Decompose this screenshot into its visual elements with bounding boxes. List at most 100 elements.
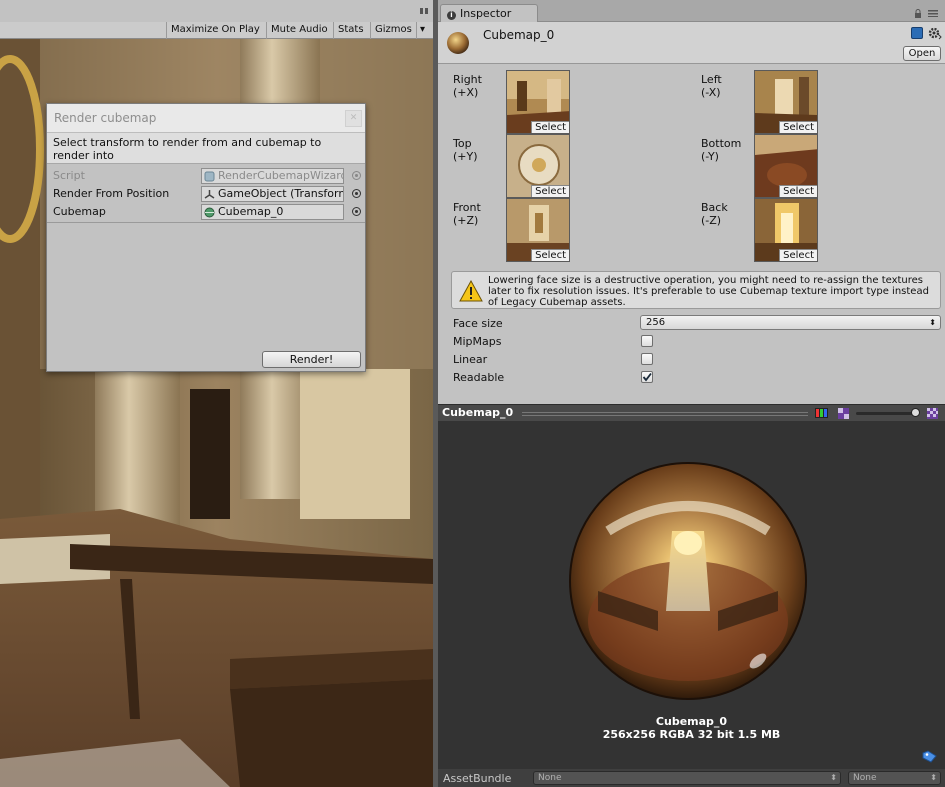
assetbundle-label: AssetBundle bbox=[443, 772, 512, 785]
inspector-panel: i Inspector Cubemap_0 Open Right (+X) Sele… bbox=[438, 0, 945, 787]
warning-helpbox: Lowering face size is a destructive oper… bbox=[451, 271, 941, 309]
face-axis: (-Y) bbox=[701, 150, 719, 163]
face-axis: (+Z) bbox=[453, 214, 479, 227]
warning-text: Lowering face size is a destructive oper… bbox=[488, 275, 929, 308]
face-texture-slot[interactable]: Select bbox=[754, 198, 818, 262]
game-view: Maximize On Play Mute Audio Stats Gizmos… bbox=[0, 0, 433, 787]
script-label: Script bbox=[53, 169, 85, 182]
inspector-tab-bar: i Inspector bbox=[438, 0, 945, 23]
preview-area[interactable]: Cubemap_0 256x256 RGBA 32 bit 1.5 MB bbox=[438, 421, 945, 769]
script-icon bbox=[204, 171, 215, 182]
gizmos-dropdown-arrow-icon[interactable]: ▾ bbox=[416, 22, 433, 39]
mipmaps-checkbox[interactable] bbox=[641, 335, 653, 347]
wizard-help-text: Select transform to render from and cube… bbox=[47, 133, 365, 164]
face-name: Front bbox=[453, 201, 481, 214]
script-field-row: Script RenderCubemapWizard bbox=[47, 167, 365, 185]
asset-name: Cubemap_0 bbox=[483, 28, 555, 42]
tab-inspector-label: Inspector bbox=[460, 7, 512, 20]
face-right: Right (+X) Select bbox=[453, 70, 583, 137]
preview-resize-grip[interactable] bbox=[522, 412, 808, 416]
assetbundle-bar: AssetBundle None ⬍ None ⬍ bbox=[438, 769, 945, 787]
object-picker-icon bbox=[352, 171, 361, 180]
face-name: Back bbox=[701, 201, 728, 214]
alpha-channel-icon[interactable] bbox=[838, 408, 849, 419]
face-texture-slot[interactable]: Select bbox=[506, 134, 570, 198]
readable-checkbox[interactable] bbox=[641, 371, 653, 383]
face-name: Right bbox=[453, 73, 482, 86]
face-select-button[interactable]: Select bbox=[531, 185, 569, 197]
warning-icon bbox=[459, 280, 483, 302]
face-front: Front (+Z) Select bbox=[453, 198, 583, 265]
cubemap-asset-icon bbox=[447, 32, 469, 54]
render-from-position-label: Render From Position bbox=[53, 187, 170, 200]
face-bottom: Bottom (-Y) Select bbox=[701, 134, 831, 201]
cubemap-field-row: Cubemap Cubemap_0 bbox=[47, 203, 365, 221]
slider-thumb[interactable] bbox=[911, 408, 920, 417]
face-select-button[interactable]: Select bbox=[531, 121, 569, 133]
script-object-field: RenderCubemapWizard bbox=[201, 168, 344, 184]
linear-label: Linear bbox=[453, 353, 488, 366]
face-name: Top bbox=[453, 137, 472, 150]
help-book-icon[interactable] bbox=[911, 27, 923, 39]
cubemap-object-field[interactable]: Cubemap_0 bbox=[201, 204, 344, 220]
variant-value: None bbox=[853, 773, 877, 783]
face-back: Back (-Z) Select bbox=[701, 198, 831, 265]
render-from-position-field[interactable]: GameObject (Transform) bbox=[201, 186, 344, 202]
window-titlebar[interactable]: Render cubemap ✕ bbox=[47, 104, 365, 133]
variant-dropdown[interactable]: None ⬍ bbox=[848, 771, 941, 785]
face-select-button[interactable]: Select bbox=[779, 185, 817, 197]
render-cubemap-window: Render cubemap ✕ Select transform to ren… bbox=[46, 103, 366, 372]
face-size-dropdown[interactable]: 256 ⬍ bbox=[640, 315, 941, 330]
info-icon: i bbox=[447, 11, 456, 20]
gizmos-button[interactable]: Gizmos bbox=[370, 22, 416, 39]
panel-menu-icon[interactable] bbox=[928, 10, 938, 17]
preview-asset-info: 256x256 RGBA 32 bit 1.5 MB bbox=[602, 728, 781, 741]
assetbundle-dropdown[interactable]: None ⬍ bbox=[533, 771, 841, 785]
face-select-button[interactable]: Select bbox=[779, 121, 817, 133]
close-icon[interactable]: ✕ bbox=[345, 110, 362, 127]
label-tag-icon[interactable] bbox=[922, 750, 937, 763]
object-picker-icon[interactable] bbox=[352, 207, 361, 216]
checkmark-icon bbox=[642, 372, 652, 382]
face-texture-slot[interactable]: Select bbox=[506, 70, 570, 134]
mute-audio-button[interactable]: Mute Audio bbox=[266, 22, 332, 39]
face-texture-slot[interactable]: Select bbox=[754, 70, 818, 134]
face-axis: (-Z) bbox=[701, 214, 722, 227]
dropdown-arrows-icon: ⬍ bbox=[930, 773, 937, 782]
mipmaps-label: MipMaps bbox=[453, 335, 502, 348]
cubemap-icon bbox=[204, 207, 215, 218]
face-texture-slot[interactable]: Select bbox=[754, 134, 818, 198]
open-button[interactable]: Open bbox=[903, 46, 941, 61]
render-from-position-row: Render From Position GameObject (Transfo… bbox=[47, 185, 365, 203]
face-select-button[interactable]: Select bbox=[531, 249, 569, 261]
panel-menu-icon[interactable] bbox=[419, 6, 429, 16]
readable-label: Readable bbox=[453, 371, 505, 384]
preview-asset-name: Cubemap_0 bbox=[655, 715, 728, 728]
maximize-on-play-button[interactable]: Maximize On Play bbox=[166, 22, 264, 39]
lock-icon[interactable] bbox=[914, 9, 922, 18]
cubemap-label: Cubemap bbox=[53, 205, 106, 218]
render-button[interactable]: Render! bbox=[262, 351, 361, 368]
window-title: Render cubemap bbox=[54, 111, 157, 125]
face-axis: (+X) bbox=[453, 86, 479, 99]
preview-toolbar: Cubemap_0 bbox=[438, 404, 945, 421]
gear-icon[interactable] bbox=[928, 26, 942, 40]
stats-button[interactable]: Stats bbox=[333, 22, 368, 39]
face-axis: (+Y) bbox=[453, 150, 478, 163]
object-picker-icon[interactable] bbox=[352, 189, 361, 198]
face-name: Bottom bbox=[701, 137, 742, 150]
mip-level-slider[interactable] bbox=[856, 412, 916, 415]
inspector-header: Cubemap_0 Open bbox=[438, 22, 945, 64]
game-tab-bar bbox=[0, 0, 433, 22]
linear-checkbox[interactable] bbox=[641, 353, 653, 365]
transform-icon bbox=[204, 190, 215, 199]
dropdown-arrows-icon: ⬍ bbox=[830, 773, 837, 782]
assetbundle-value: None bbox=[538, 773, 562, 783]
cubemap-sphere-preview bbox=[569, 462, 807, 700]
face-select-button[interactable]: Select bbox=[779, 249, 817, 261]
tab-inspector[interactable]: i Inspector bbox=[440, 4, 538, 23]
face-texture-slot[interactable]: Select bbox=[506, 198, 570, 262]
face-left: Left (-X) Select bbox=[701, 70, 831, 137]
rgb-channel-icon[interactable] bbox=[815, 408, 828, 418]
checker-icon[interactable] bbox=[927, 408, 938, 419]
